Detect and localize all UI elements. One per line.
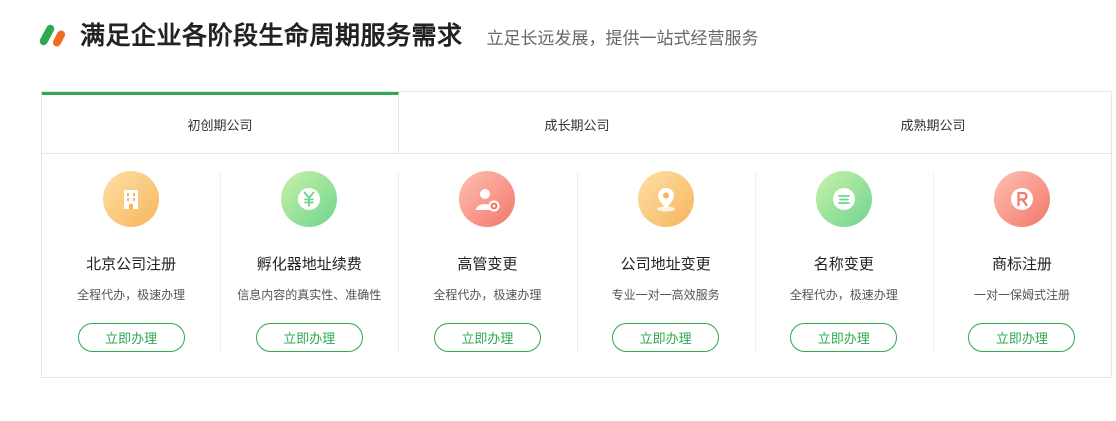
- tab-label: 成熟期公司: [900, 118, 966, 134]
- service-card: 北京公司注册 全程代办，极速办理 立即办理: [42, 171, 220, 378]
- section-title: 满足企业各阶段生命周期服务需求: [80, 21, 463, 50]
- lifecycle-panel: 初创期公司 成长期公司 成熟期公司 北京公司注册 全程代办，极速办理 立即办理 …: [41, 91, 1112, 378]
- apply-button[interactable]: 立即办理: [968, 323, 1076, 352]
- tab-label: 初创期公司: [187, 118, 253, 134]
- service-name: 孵化器地址续费: [256, 255, 362, 273]
- apply-button[interactable]: 立即办理: [77, 323, 185, 352]
- service-name: 北京公司注册: [86, 255, 177, 273]
- service-name: 名称变更: [813, 255, 874, 273]
- user-gear-icon: [459, 171, 516, 227]
- service-list: 北京公司注册 全程代办，极速办理 立即办理 孵化器地址续费 信息内容的真实性、准…: [42, 154, 1111, 378]
- brand-logo-icon: [38, 19, 68, 49]
- service-desc: 一对一保姆式注册: [973, 288, 1070, 302]
- section-header: 满足企业各阶段生命周期服务需求 立足长远发展，提供一站式经营服务: [38, 14, 759, 54]
- apply-button[interactable]: 立即办理: [612, 323, 720, 352]
- location-pin-icon: [637, 171, 694, 227]
- tab-startup[interactable]: 初创期公司: [42, 92, 399, 153]
- trademark-icon: [993, 171, 1050, 227]
- building-icon: [103, 171, 160, 227]
- apply-button[interactable]: 立即办理: [433, 323, 541, 352]
- service-name: 公司地址变更: [620, 255, 711, 273]
- service-card: 高管变更 全程代办，极速办理 立即办理: [398, 171, 576, 378]
- service-name: 商标注册: [991, 255, 1052, 273]
- tab-mature[interactable]: 成熟期公司: [755, 92, 1111, 153]
- tab-label: 成长期公司: [544, 118, 610, 134]
- service-desc: 专业一对一高效服务: [611, 288, 720, 302]
- service-desc: 信息内容的真实性、准确性: [237, 288, 382, 302]
- service-card: 商标注册 一对一保姆式注册 立即办理: [932, 171, 1111, 378]
- service-desc: 全程代办，极速办理: [77, 288, 186, 302]
- service-card: 孵化器地址续费 信息内容的真实性、准确性 立即办理: [220, 171, 398, 378]
- service-card: 公司地址变更 专业一对一高效服务 立即办理: [576, 171, 755, 378]
- tab-growth[interactable]: 成长期公司: [399, 92, 755, 153]
- yen-icon: [281, 171, 338, 227]
- chat-bubble-icon: [815, 171, 872, 227]
- apply-button[interactable]: 立即办理: [255, 323, 363, 352]
- service-name: 高管变更: [457, 255, 518, 273]
- service-desc: 全程代办，极速办理: [789, 288, 898, 302]
- service-card: 名称变更 全程代办，极速办理 立即办理: [754, 171, 933, 378]
- service-desc: 全程代办，极速办理: [433, 288, 542, 302]
- stage-tabs: 初创期公司 成长期公司 成熟期公司: [42, 92, 1111, 154]
- section-subtitle: 立足长远发展，提供一站式经营服务: [486, 28, 759, 49]
- apply-button[interactable]: 立即办理: [790, 323, 898, 352]
